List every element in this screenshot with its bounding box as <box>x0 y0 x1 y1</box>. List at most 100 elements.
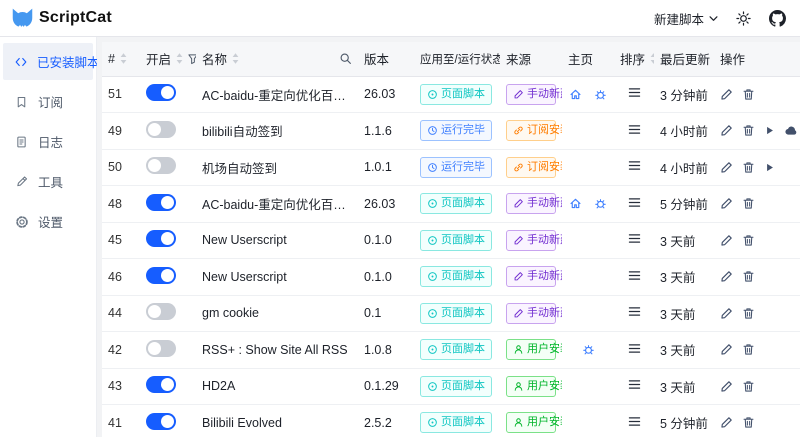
script-name-link[interactable]: AC-baidu-重定向优化百度搜狗谷歌... <box>202 85 352 104</box>
script-name-link[interactable]: New Userscript <box>202 233 352 247</box>
status-label: 运行完毕 <box>441 125 485 136</box>
enable-toggle[interactable] <box>146 84 176 101</box>
column-header-2: 名称 <box>196 42 358 76</box>
sidebar-item-logs[interactable]: 日志 <box>3 123 93 160</box>
home-icon[interactable] <box>569 88 582 101</box>
enable-toggle[interactable] <box>146 376 176 393</box>
column-label: 排序 <box>620 49 645 68</box>
script-name-link[interactable]: AC-baidu-重定向优化百度搜狗谷歌... <box>202 194 352 213</box>
source-badge: 用户安装 <box>506 376 556 397</box>
edit-button[interactable] <box>720 416 733 429</box>
search-icon[interactable] <box>339 52 352 65</box>
enable-toggle[interactable] <box>146 303 176 320</box>
script-version: 1.0.1 <box>358 149 414 186</box>
delete-button[interactable] <box>742 197 755 210</box>
script-name-link[interactable]: bilibili自动签到 <box>202 121 352 140</box>
script-name-link[interactable]: Bilibili Evolved <box>202 416 352 430</box>
filter-icon[interactable] <box>187 53 196 65</box>
drag-handle-icon[interactable] <box>628 416 641 427</box>
delete-button[interactable] <box>742 343 755 356</box>
column-label: # <box>108 52 115 66</box>
github-link[interactable] <box>768 9 786 27</box>
theme-toggle-button[interactable] <box>734 9 752 27</box>
app-title: ScriptCat <box>39 9 112 27</box>
sort-toggle-icon[interactable] <box>119 52 128 65</box>
sort-toggle-icon[interactable] <box>175 52 184 65</box>
script-name-link[interactable]: HD2A <box>202 379 352 393</box>
home-icon[interactable] <box>569 197 582 210</box>
app-logo: ScriptCat <box>10 6 112 30</box>
main-content: #开启名称版本应用至/运行状态来源主页排序最后更新操作 51AC-baidu-重… <box>97 37 800 437</box>
drag-handle-icon[interactable] <box>628 160 641 171</box>
column-label: 名称 <box>202 49 227 68</box>
bug-icon[interactable] <box>582 343 595 356</box>
run-button[interactable] <box>764 162 775 173</box>
bug-icon[interactable] <box>594 197 607 210</box>
edit-button[interactable] <box>720 124 733 137</box>
sidebar-item-subscribe[interactable]: 订阅 <box>3 83 93 120</box>
source-badge: 手动新建 <box>506 303 556 324</box>
cloud-sync-button[interactable] <box>784 124 798 137</box>
edit-button[interactable] <box>720 380 733 393</box>
edit-button[interactable] <box>720 161 733 174</box>
source-badge: 手动新建 <box>506 230 556 251</box>
drag-handle-icon[interactable] <box>628 343 641 354</box>
sidebar-item-label: 日志 <box>38 132 63 151</box>
enable-toggle[interactable] <box>146 157 176 174</box>
sort-toggle-icon[interactable] <box>649 52 654 65</box>
enable-toggle[interactable] <box>146 121 176 138</box>
script-name-link[interactable]: New Userscript <box>202 270 352 284</box>
sidebar-item-settings[interactable]: 设置 <box>3 203 93 240</box>
script-name-link[interactable]: 机场自动签到 <box>202 158 352 177</box>
table-header-row: #开启名称版本应用至/运行状态来源主页排序最后更新操作 <box>102 42 800 76</box>
new-script-button[interactable]: 新建脚本 <box>654 9 718 28</box>
enable-toggle[interactable] <box>146 340 176 357</box>
script-id: 46 <box>102 259 140 296</box>
script-name-link[interactable]: gm cookie <box>202 306 352 320</box>
edit-button[interactable] <box>720 197 733 210</box>
table-row: 48AC-baidu-重定向优化百度搜狗谷歌...26.03页面脚本手动新建5 … <box>102 186 800 223</box>
column-header-4: 应用至/运行状态 <box>414 42 500 76</box>
gear-icon <box>14 215 29 229</box>
drag-handle-icon[interactable] <box>628 197 641 208</box>
table-row: 45New Userscript0.1.0页面脚本手动新建3 天前 <box>102 222 800 259</box>
sort-toggle-icon[interactable] <box>231 52 240 65</box>
delete-button[interactable] <box>742 234 755 247</box>
script-id: 42 <box>102 332 140 369</box>
delete-button[interactable] <box>742 307 755 320</box>
sidebar-item-label: 设置 <box>38 212 63 231</box>
delete-button[interactable] <box>742 161 755 174</box>
drag-handle-icon[interactable] <box>628 379 641 390</box>
enable-toggle[interactable] <box>146 413 176 430</box>
enable-toggle[interactable] <box>146 194 176 211</box>
drag-handle-icon[interactable] <box>628 306 641 317</box>
delete-button[interactable] <box>742 416 755 429</box>
sidebar-item-tools[interactable]: 工具 <box>3 163 93 200</box>
status-badge: 页面脚本 <box>420 303 492 324</box>
delete-button[interactable] <box>742 270 755 283</box>
enable-toggle[interactable] <box>146 267 176 284</box>
drag-handle-icon[interactable] <box>628 124 641 135</box>
status-badge: 页面脚本 <box>420 376 492 397</box>
edit-button[interactable] <box>720 234 733 247</box>
enable-toggle[interactable] <box>146 230 176 247</box>
edit-button[interactable] <box>720 307 733 320</box>
script-name-link[interactable]: RSS+ : Show Site All RSS <box>202 343 352 357</box>
column-header-9: 操作 <box>714 42 800 76</box>
delete-button[interactable] <box>742 380 755 393</box>
drag-handle-icon[interactable] <box>628 87 641 98</box>
delete-button[interactable] <box>742 88 755 101</box>
table-row: 49bilibili自动签到1.1.6运行完毕订阅安装4 小时前 <box>102 113 800 150</box>
delete-button[interactable] <box>742 124 755 137</box>
edit-button[interactable] <box>720 270 733 283</box>
run-button[interactable] <box>764 125 775 136</box>
sidebar-item-installed[interactable]: 已安装脚本 <box>3 43 93 80</box>
status-badge: 运行完毕 <box>420 157 492 178</box>
drag-handle-icon[interactable] <box>628 233 641 244</box>
table-row: 41Bilibili Evolved2.5.2页面脚本用户安装5 分钟前 <box>102 405 800 437</box>
bug-icon[interactable] <box>594 88 607 101</box>
edit-button[interactable] <box>720 88 733 101</box>
source-label: 手动新建 <box>527 235 562 246</box>
edit-button[interactable] <box>720 343 733 356</box>
drag-handle-icon[interactable] <box>628 270 641 281</box>
